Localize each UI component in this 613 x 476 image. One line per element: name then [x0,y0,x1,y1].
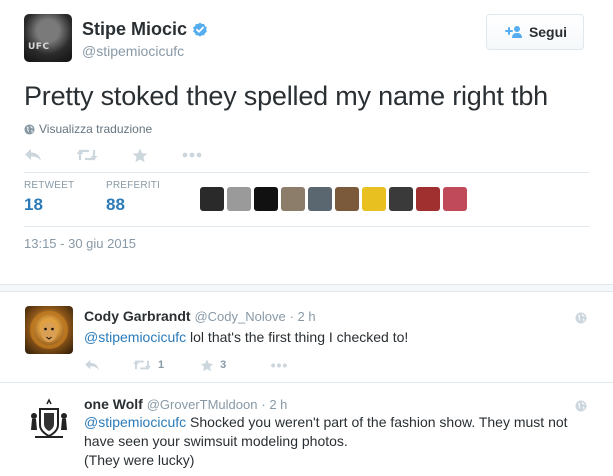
reply-actions: 1 3 [84,357,288,373]
tweet-actions [24,144,236,166]
reply-icon [85,359,99,371]
retweet-stat-label: RETWEET [24,180,75,191]
star-icon [200,358,214,371]
favoriter-avatar[interactable] [254,187,278,211]
reply-avatar[interactable] [25,396,73,444]
globe-icon [575,400,587,412]
author-avatar[interactable]: UFC [24,14,72,62]
reply-button[interactable] [84,359,100,371]
reply-favorite-count: 3 [220,359,227,371]
retweet-count: 18 [24,195,43,214]
reply-author-handle[interactable]: @Cody_Nolove [194,309,285,324]
mention-link[interactable]: @stipemiocicufc [84,329,186,345]
author-name-text: Stipe Miocic [82,19,188,39]
favoriter-avatar[interactable] [281,187,305,211]
retweet-stat[interactable]: RETWEET 18 [24,180,74,215]
reply-author-handle[interactable]: @GroverTMuldoon [147,397,258,412]
reply-tweet[interactable]: one Wolf @GroverTMuldoon · 2 h @stipemio… [0,383,613,476]
reply-header: one Wolf @GroverTMuldoon · 2 h [84,396,287,412]
retweet-button[interactable] [76,148,98,162]
favorite-stat-label: PREFERITI [106,180,161,191]
favoriter-avatar[interactable] [362,187,386,211]
reply-header: Cody Garbrandt @Cody_Nolove · 2 h [84,308,316,324]
reply-button[interactable] [24,148,42,162]
tweet-text: Pretty stoked they spelled my name right… [24,81,548,111]
favorite-button[interactable] [132,148,148,163]
reply-text: @stipemiocicufc lol that's the first thi… [84,328,584,347]
reply-avatar[interactable] [25,306,73,354]
globe-icon [24,123,35,135]
favoriter-avatar[interactable] [389,187,413,211]
retweet-icon [133,360,151,370]
favoriter-avatar[interactable] [227,187,251,211]
reply-tweet[interactable]: Cody Garbrandt @Cody_Nolove · 2 h @stipe… [0,293,613,379]
favorite-button[interactable]: 3 [200,358,227,372]
favorite-stat[interactable]: PREFERITI 88 [106,180,160,215]
reply-text-body: lol that's the first thing I checked to! [186,329,409,345]
favoriter-avatar[interactable] [335,187,359,211]
favoriter-avatar[interactable] [308,187,332,211]
globe-icon [575,312,587,324]
reply-icon [25,149,41,161]
more-icon [271,363,288,367]
author-name[interactable]: Stipe Miocic [82,19,208,40]
favoriter-avatar[interactable] [443,187,467,211]
verified-badge-icon [193,22,207,37]
reply-retweet-count: 1 [158,359,165,371]
retweet-button[interactable]: 1 [132,359,164,371]
more-button[interactable] [182,152,202,158]
divider [24,226,589,227]
follow-button[interactable]: Segui [486,14,584,50]
lion-icon [30,311,68,349]
author-handle[interactable]: @stipemiocicufc [82,43,184,59]
favoriter-avatar[interactable] [200,187,224,211]
star-icon [132,148,148,162]
avatar-ufc-text: UFC [28,42,50,52]
more-icon [182,152,202,158]
favoriter-avatar[interactable] [416,187,440,211]
main-tweet: UFC Stipe Miocic @stipemiocicufc Segui P… [0,0,613,285]
favorite-count: 88 [106,195,125,214]
reply-author-name[interactable]: one Wolf [84,396,143,412]
reply-text: @stipemiocicufc Shocked you weren't part… [84,413,584,470]
divider [24,172,589,173]
reply-time[interactable]: · 2 h [290,309,316,324]
add-user-icon [504,26,522,38]
replies-separator [0,284,613,292]
follow-label: Segui [528,24,568,40]
tweet-timestamp: 13:15 - 30 giu 2015 [24,236,137,251]
favoriter-avatars [200,187,467,211]
retweet-icon [76,149,98,161]
mention-link[interactable]: @stipemiocicufc [84,414,186,430]
emblem-icon [31,398,67,438]
reply-text-line2: (They were lucky) [84,452,195,468]
more-button[interactable] [270,363,288,368]
reply-author-name[interactable]: Cody Garbrandt [84,308,191,324]
translate-label: Visualizza traduzione [39,122,153,136]
reply-time[interactable]: · 2 h [261,397,287,412]
translate-link[interactable]: Visualizza traduzione [24,122,152,136]
